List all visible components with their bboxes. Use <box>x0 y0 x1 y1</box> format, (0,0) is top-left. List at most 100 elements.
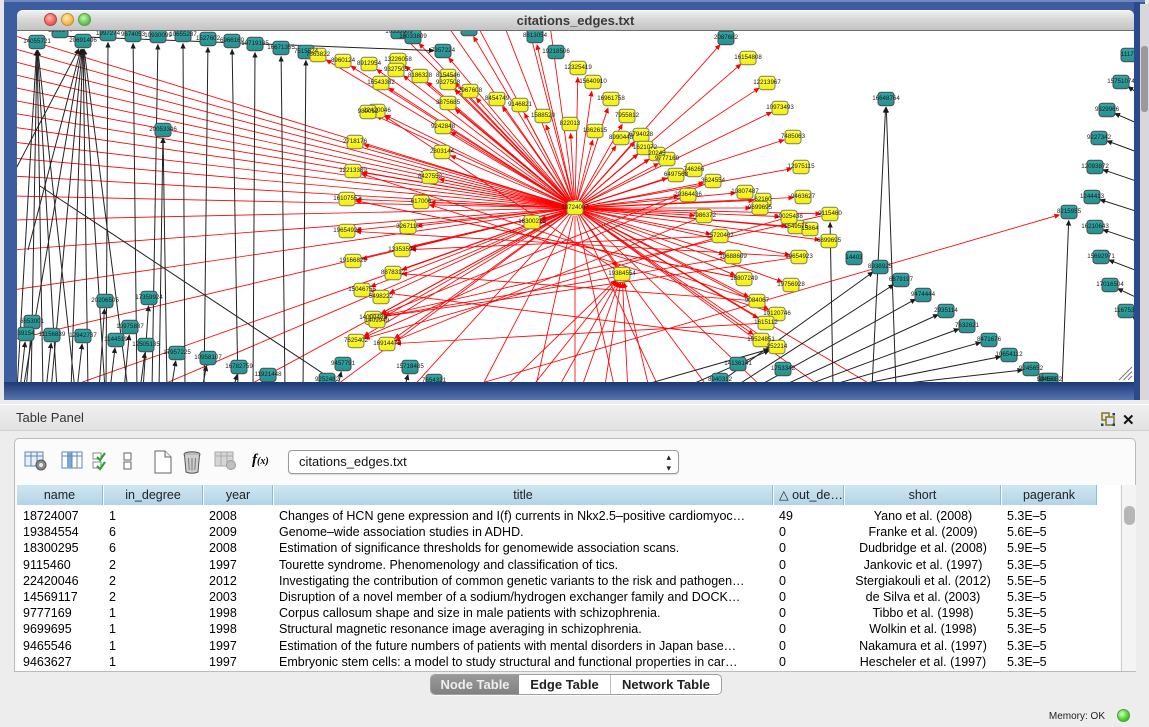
svg-text:9445052: 9445052 <box>1038 376 1063 382</box>
svg-text:13226058: 13226058 <box>384 56 412 63</box>
svg-text:17957225: 17957225 <box>163 349 191 356</box>
svg-text:14136141: 14136141 <box>724 360 752 367</box>
svg-text:9242848: 9242848 <box>431 123 456 130</box>
svg-text:12505135: 12505135 <box>132 341 160 348</box>
svg-text:15864: 15864 <box>801 225 819 232</box>
svg-text:15751074: 15751074 <box>1107 78 1134 85</box>
svg-text:7485063: 7485063 <box>781 133 806 140</box>
svg-text:16154808: 16154808 <box>734 54 762 61</box>
svg-text:1167533: 1167533 <box>1114 307 1134 314</box>
svg-text:19654925: 19654925 <box>333 227 361 234</box>
svg-text:19654923: 19654923 <box>785 253 813 260</box>
svg-text:7654321: 7654321 <box>422 377 447 382</box>
svg-text:8471676: 8471676 <box>977 336 1002 343</box>
svg-text:17359924: 17359924 <box>135 294 163 301</box>
svg-text:16914479: 16914479 <box>373 340 401 347</box>
svg-text:18807249: 18807249 <box>730 275 758 282</box>
svg-text:39154: 39154 <box>17 330 35 337</box>
svg-text:1753342: 1753342 <box>771 365 796 372</box>
svg-text:16210643: 16210643 <box>1081 223 1109 230</box>
svg-text:7357224: 7357224 <box>431 47 456 54</box>
svg-text:8878312: 8878312 <box>381 269 406 276</box>
svg-text:12942737: 12942737 <box>69 332 97 339</box>
svg-text:14055721: 14055721 <box>23 38 51 45</box>
svg-text:15720407: 15720407 <box>706 232 734 239</box>
svg-text:9463627: 9463627 <box>791 193 816 200</box>
svg-text:3267110: 3267110 <box>396 223 420 230</box>
svg-text:20364436: 20364436 <box>674 191 702 198</box>
svg-text:252214: 252214 <box>767 343 788 350</box>
svg-text:20691406: 20691406 <box>69 37 97 44</box>
svg-text:746266: 746266 <box>684 166 705 173</box>
svg-text:12093872: 12093872 <box>1081 163 1109 170</box>
svg-text:62160: 62160 <box>754 196 772 203</box>
svg-text:989012: 989012 <box>358 108 379 115</box>
svg-text:11921448: 11921448 <box>254 371 282 378</box>
svg-text:11156839: 11156839 <box>39 331 66 338</box>
svg-text:9084067: 9084067 <box>745 297 770 304</box>
svg-text:9245652: 9245652 <box>1019 365 1044 372</box>
svg-text:617006: 617006 <box>411 198 432 205</box>
svg-text:1362615: 1362615 <box>583 127 608 134</box>
svg-text:9699695: 9699695 <box>748 204 773 211</box>
svg-text:10930099: 10930099 <box>144 32 172 39</box>
svg-text:12325419: 12325419 <box>564 64 592 71</box>
svg-text:7955812: 7955812 <box>615 112 640 119</box>
svg-text:10025438: 10025438 <box>775 213 803 220</box>
svg-text:1997274: 1997274 <box>96 31 121 37</box>
svg-text:7663822: 7663822 <box>306 51 331 58</box>
svg-text:9115460: 9115460 <box>818 210 842 217</box>
svg-text:16961758: 16961758 <box>597 95 625 102</box>
svg-text:2935114: 2935114 <box>934 307 958 314</box>
svg-text:9329966: 9329966 <box>1095 106 1120 113</box>
svg-text:16107552: 16107552 <box>333 195 361 202</box>
svg-text:19166829: 19166829 <box>339 257 367 264</box>
svg-text:5498222: 5498222 <box>369 293 394 300</box>
svg-text:11172: 11172 <box>1121 51 1134 58</box>
svg-text:10973493: 10973493 <box>766 104 794 111</box>
svg-text:10958107: 10958107 <box>194 354 222 361</box>
svg-text:7986372: 7986372 <box>692 212 717 219</box>
svg-text:2967608: 2967608 <box>458 87 483 94</box>
svg-text:8938925: 8938925 <box>868 263 893 270</box>
svg-text:2718176: 2718176 <box>343 138 368 145</box>
svg-text:1527602: 1527602 <box>196 35 221 42</box>
svg-text:2803144: 2803144 <box>430 148 455 155</box>
svg-text:9146821: 9146821 <box>508 101 533 108</box>
svg-text:6653001: 6653001 <box>20 318 45 325</box>
svg-text:8960124: 8960124 <box>331 57 356 64</box>
svg-text:6794028: 6794028 <box>629 131 654 138</box>
svg-text:19975887: 19975887 <box>116 323 144 330</box>
svg-text:10719185: 10719185 <box>241 40 269 47</box>
svg-text:15718485: 15718485 <box>396 363 424 370</box>
svg-text:18724007: 18724007 <box>561 204 589 211</box>
svg-text:9674053: 9674053 <box>121 31 146 38</box>
svg-text:15640910: 15640910 <box>579 78 607 85</box>
svg-text:8427552: 8427552 <box>418 173 443 180</box>
svg-text:8912954: 8912954 <box>357 60 382 67</box>
svg-text:14403: 14403 <box>845 254 863 261</box>
svg-text:17016504: 17016504 <box>1096 281 1124 288</box>
svg-text:12213967: 12213967 <box>753 79 781 86</box>
svg-text:6899695: 6899695 <box>817 237 842 244</box>
svg-text:8215955: 8215955 <box>1057 208 1082 215</box>
svg-text:7625402: 7625402 <box>344 337 369 344</box>
svg-text:3875685: 3875685 <box>436 99 461 106</box>
svg-text:9327508: 9327508 <box>436 79 461 86</box>
svg-text:19756928: 19756928 <box>777 281 805 288</box>
svg-text:12975115: 12975115 <box>787 163 815 170</box>
svg-text:8154546: 8154546 <box>436 72 461 79</box>
svg-text:19524851: 19524851 <box>747 336 775 343</box>
svg-text:16671355: 16671355 <box>267 44 295 51</box>
svg-text:9252482: 9252482 <box>315 376 340 382</box>
svg-text:16648764: 16648764 <box>872 95 900 102</box>
svg-text:10120746: 10120746 <box>763 310 791 317</box>
svg-text:12213389: 12213389 <box>339 167 367 174</box>
svg-text:15046756: 15046756 <box>348 286 376 293</box>
svg-text:19218506: 19218506 <box>542 48 570 55</box>
svg-text:10655287: 10655287 <box>169 31 197 38</box>
svg-text:7632621: 7632621 <box>955 322 980 329</box>
svg-text:8454749: 8454749 <box>485 95 510 102</box>
svg-text:9227342: 9227342 <box>1087 134 1112 141</box>
svg-text:18300215: 18300215 <box>518 218 546 225</box>
